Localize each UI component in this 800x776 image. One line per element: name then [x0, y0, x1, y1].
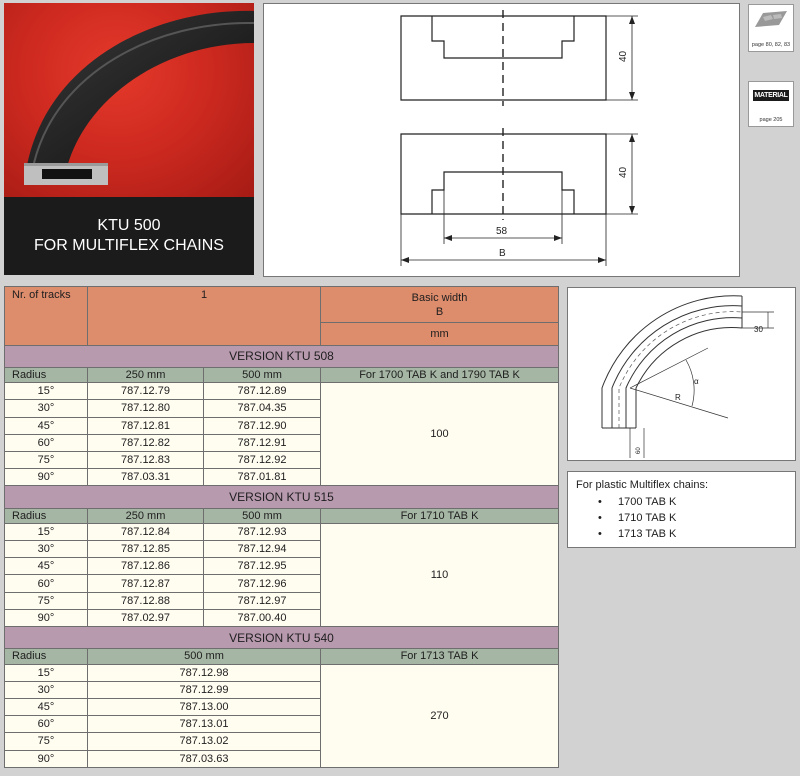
- version-title: VERSION KTU 515: [4, 485, 559, 509]
- cross-section-svg: 40 40 58 B: [400, 10, 638, 266]
- col-500mm: 500 mm: [87, 648, 321, 665]
- material-badge: MATERIAL: [753, 90, 789, 101]
- compatible-chains-title: For plastic Multiflex chains:: [576, 479, 709, 491]
- cross-section-drawing: 40 40 58 B: [263, 3, 740, 277]
- product-title-line-1: KTU 500: [97, 217, 161, 234]
- compatible-chain-item: 1700 TAB K: [576, 494, 795, 510]
- version-title: VERSION KTU 540: [4, 626, 559, 650]
- compatible-chains-list: 1700 TAB K 1710 TAB K 1713 TAB K: [576, 494, 795, 542]
- basic-width-header: Basic width B: [320, 285, 559, 324]
- curved-track-illustration: [24, 10, 254, 185]
- col-500mm: 500 mm: [203, 507, 321, 524]
- chain-thumbnail-icon: [755, 11, 787, 27]
- col-chain-type: For 1700 TAB K and 1790 TAB K: [320, 366, 559, 384]
- dim-inner-label: 58: [496, 226, 508, 237]
- bend-angle-label: α: [694, 377, 699, 386]
- col-chain-type: For 1713 TAB K: [320, 648, 559, 665]
- tracks-value: 1: [87, 286, 321, 346]
- compatible-chain-item: 1710 TAB K: [576, 510, 795, 526]
- tracks-label: Nr. of tracks: [4, 286, 88, 346]
- col-500mm: 500 mm: [203, 366, 321, 384]
- width-value: 270: [320, 663, 559, 769]
- product-photo: [4, 3, 254, 197]
- dim-height-bottom-label: 40: [618, 166, 629, 178]
- dim-height-top-label: 40: [618, 50, 629, 62]
- table-row: 15° 787.12.79 787.12.89 100: [4, 382, 559, 487]
- catalog-ref-chains[interactable]: page 80, 82, 83: [748, 4, 794, 52]
- bend-radius-drawing: 30 R α 60: [567, 287, 796, 461]
- product-table: Nr. of tracks 1 Basic width B mm VERSION…: [4, 285, 559, 769]
- col-250mm: 250 mm: [87, 507, 204, 524]
- compatible-chain-item: 1713 TAB K: [576, 526, 795, 542]
- basic-width-label: Basic width: [411, 291, 468, 304]
- col-radius: Radius: [4, 366, 88, 384]
- catalog-ref-chains-label: page 80, 82, 83: [751, 42, 791, 48]
- bend-dim-small-label: 60: [636, 447, 642, 454]
- basic-width-symbol: B: [435, 305, 444, 318]
- product-title-line-2: FOR MULTIFLEX CHAINS: [34, 237, 224, 254]
- table-row: 15° 787.12.84 787.12.93 110: [4, 522, 559, 628]
- col-radius: Radius: [4, 507, 88, 524]
- col-radius: Radius: [4, 648, 88, 665]
- col-250mm: 250 mm: [87, 366, 204, 384]
- bend-dim-r-label: R: [675, 393, 681, 402]
- catalog-ref-material-label: page 205: [759, 117, 783, 123]
- product-title: KTU 500 FOR MULTIFLEX CHAINS: [4, 197, 254, 275]
- unit-label: mm: [320, 322, 559, 346]
- bend-dim-30-label: 30: [754, 325, 763, 334]
- col-chain-type: For 1710 TAB K: [320, 507, 559, 524]
- catalog-ref-material[interactable]: MATERIAL page 205: [748, 81, 794, 127]
- dim-width-label: B: [499, 248, 506, 259]
- width-value: 100: [320, 382, 559, 487]
- width-value: 110: [320, 522, 559, 628]
- compatible-chains-info: For plastic Multiflex chains: 1700 TAB K…: [567, 471, 796, 548]
- table-row: 15° 787.12.98 270: [4, 663, 559, 769]
- version-title: VERSION KTU 508: [4, 344, 559, 368]
- bend-radius-svg: 30 R α 60: [601, 295, 774, 458]
